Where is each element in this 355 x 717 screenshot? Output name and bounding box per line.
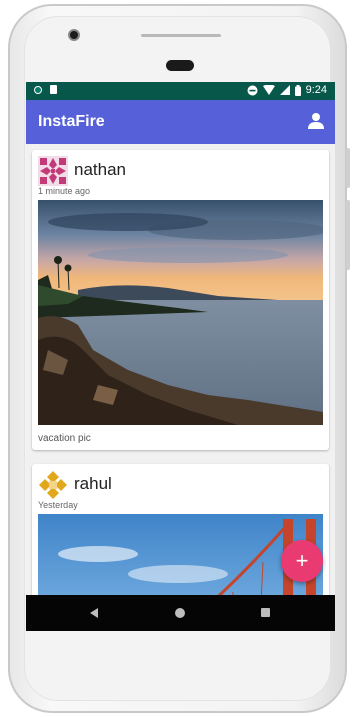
home-icon[interactable] xyxy=(175,608,185,618)
avatar[interactable] xyxy=(38,470,68,500)
recent-apps-icon[interactable] xyxy=(261,608,270,617)
top-speaker xyxy=(141,34,221,37)
post-timestamp: 1 minute ago xyxy=(38,186,91,196)
post-timestamp: Yesterday xyxy=(38,500,78,510)
avatar[interactable] xyxy=(38,156,68,186)
volume-button xyxy=(346,148,350,188)
power-button xyxy=(346,200,350,270)
account-icon[interactable] xyxy=(307,112,325,130)
screen: 9:24 InstaFire nathan 1 minute ago vacat… xyxy=(26,82,335,631)
clock: 9:24 xyxy=(305,84,327,96)
notification-dot-icon xyxy=(34,85,42,94)
signal-icon xyxy=(279,85,290,95)
post-photo[interactable] xyxy=(38,514,323,595)
post-username[interactable]: rahul xyxy=(74,474,112,494)
post-caption: vacation pic xyxy=(38,433,91,444)
front-camera xyxy=(68,29,80,41)
post-card[interactable]: rahul Yesterday xyxy=(32,464,329,595)
sd-card-icon xyxy=(50,85,57,94)
do-not-disturb-icon xyxy=(247,85,258,96)
plus-icon: + xyxy=(295,548,309,573)
add-post-button[interactable]: + xyxy=(281,540,323,582)
navigation-bar xyxy=(26,595,335,631)
post-photo[interactable] xyxy=(38,200,323,425)
app-title: InstaFire xyxy=(38,113,105,130)
app-bar: InstaFire xyxy=(26,100,335,144)
post-feed[interactable]: nathan 1 minute ago vacation pic rahul Y… xyxy=(26,144,335,595)
earpiece xyxy=(166,60,194,71)
battery-icon xyxy=(294,84,301,96)
post-card[interactable]: nathan 1 minute ago vacation pic xyxy=(32,150,329,450)
wifi-icon xyxy=(262,85,275,95)
back-icon[interactable] xyxy=(90,608,98,618)
status-bar: 9:24 xyxy=(26,82,335,100)
post-username[interactable]: nathan xyxy=(74,160,126,180)
